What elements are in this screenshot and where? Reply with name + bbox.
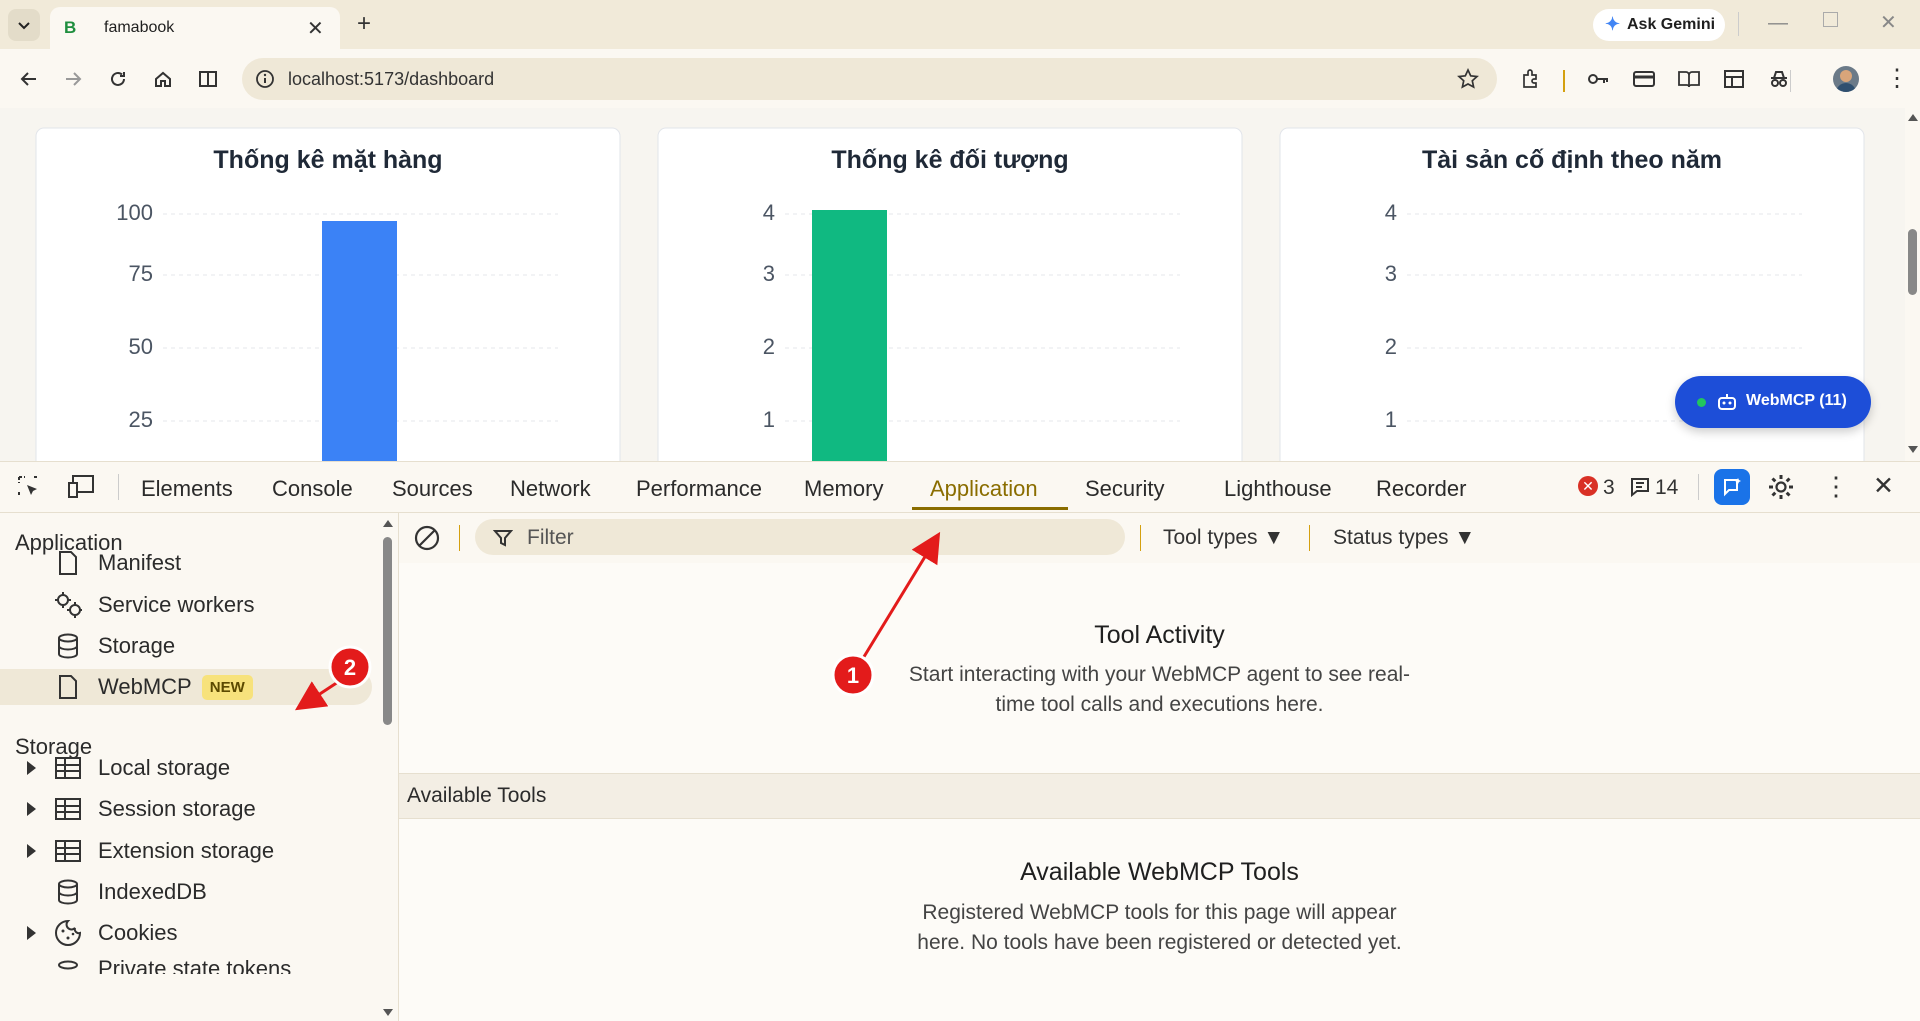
annotation-badge-2-label: 2 xyxy=(344,655,356,680)
annotation-arrow-2 xyxy=(294,680,339,711)
annotation-badge-1-label: 1 xyxy=(847,663,859,688)
annotation-arrow-1 xyxy=(860,531,941,661)
annotation-overlay: 1 2 xyxy=(294,531,941,711)
